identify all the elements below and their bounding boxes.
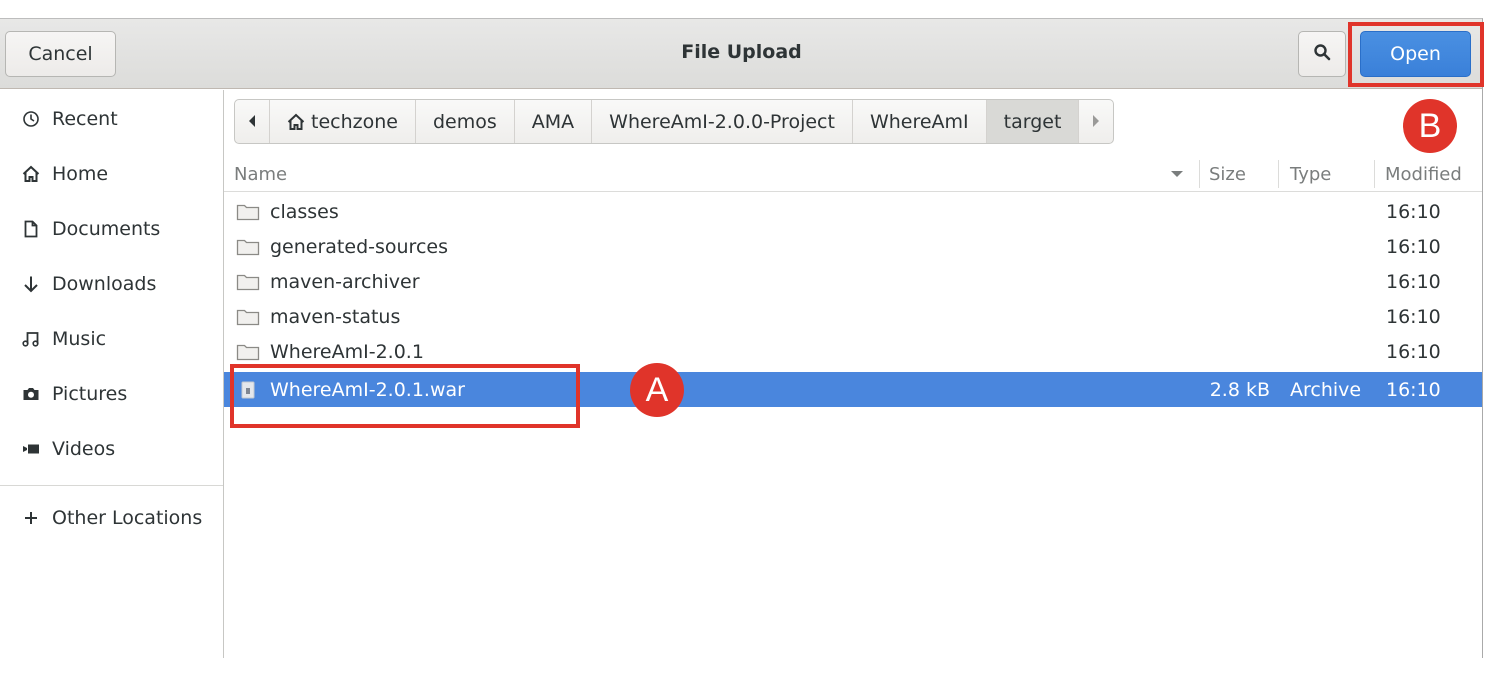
sidebar-item-label: Documents [52, 217, 161, 240]
search-button[interactable] [1298, 31, 1346, 77]
path-bar: techzone demos AMA WhereAmI-2.0.0-Projec… [234, 99, 1115, 144]
sidebar-item-label: Music [52, 327, 107, 350]
camera-icon [22, 385, 40, 403]
sidebar-item-label: Downloads [52, 272, 157, 295]
video-icon [22, 440, 40, 458]
sidebar-item-documents[interactable]: Documents [0, 201, 223, 256]
sidebar-item-label: Other Locations [52, 506, 203, 529]
annotation-badge-b: B [1403, 99, 1457, 153]
folder-icon [236, 307, 260, 327]
download-icon [22, 275, 40, 293]
folder-icon [236, 342, 260, 362]
sidebar-item-pictures[interactable]: Pictures [0, 366, 223, 421]
path-crumb-techzone[interactable]: techzone [270, 100, 416, 143]
folder-icon [236, 202, 260, 222]
column-divider [1199, 160, 1200, 188]
folder-icon [236, 237, 260, 257]
search-icon [1313, 43, 1331, 66]
column-header-type[interactable]: Type [1290, 156, 1331, 192]
folder-icon [236, 272, 260, 292]
sidebar-item-label: Recent [52, 107, 118, 130]
dialog-title: File Upload [681, 41, 802, 63]
music-icon [22, 330, 40, 348]
sidebar-item-downloads[interactable]: Downloads [0, 256, 223, 311]
document-icon [22, 220, 40, 238]
sidebar-item-label: Pictures [52, 382, 128, 405]
list-item[interactable]: maven-archiver 16:10 [224, 264, 1482, 299]
left-arrow-icon [247, 111, 257, 133]
sidebar-item-other-locations[interactable]: Other Locations [0, 490, 223, 545]
column-header-name[interactable]: Name [234, 156, 287, 192]
home-icon [287, 113, 305, 131]
annotation-box-a [230, 364, 580, 428]
path-crumb-project[interactable]: WhereAmI-2.0.0-Project [592, 100, 853, 143]
path-scroll-left[interactable] [235, 100, 270, 143]
path-scroll-right[interactable] [1079, 100, 1113, 143]
annotation-box-b [1348, 22, 1484, 87]
column-header-size[interactable]: Size [1209, 156, 1246, 192]
path-crumb-whereami[interactable]: WhereAmI [853, 100, 987, 143]
sort-arrow-icon[interactable] [1170, 156, 1184, 192]
sidebar-item-label: Home [52, 162, 109, 185]
home-icon [22, 165, 40, 183]
places-sidebar: Recent Home Documents Downloads Music Pi… [0, 90, 224, 658]
right-arrow-icon [1091, 111, 1101, 133]
path-crumb-ama[interactable]: AMA [515, 100, 593, 143]
list-item[interactable]: maven-status 16:10 [224, 299, 1482, 334]
sidebar-item-recent[interactable]: Recent [0, 91, 223, 146]
annotation-badge-a: A [630, 363, 684, 417]
path-crumb-demos[interactable]: demos [416, 100, 515, 143]
list-item[interactable]: generated-sources 16:10 [224, 229, 1482, 264]
sidebar-item-videos[interactable]: Videos [0, 421, 223, 476]
column-divider [1278, 160, 1279, 188]
list-header: Name Size Type Modified [224, 156, 1482, 192]
plus-icon [22, 509, 40, 527]
sidebar-divider [0, 485, 223, 486]
sidebar-item-home[interactable]: Home [0, 146, 223, 201]
sidebar-item-label: Videos [52, 437, 116, 460]
column-header-modified[interactable]: Modified [1385, 156, 1462, 192]
file-upload-dialog: Cancel File Upload Open Recent Home Docu… [0, 18, 1483, 658]
path-crumb-target[interactable]: target [986, 100, 1080, 143]
list-item[interactable]: classes 16:10 [224, 194, 1482, 229]
column-divider [1374, 160, 1375, 188]
header-bar: Cancel File Upload Open [0, 19, 1482, 89]
cancel-button[interactable]: Cancel [5, 31, 116, 77]
clock-icon [22, 110, 40, 128]
sidebar-item-music[interactable]: Music [0, 311, 223, 366]
